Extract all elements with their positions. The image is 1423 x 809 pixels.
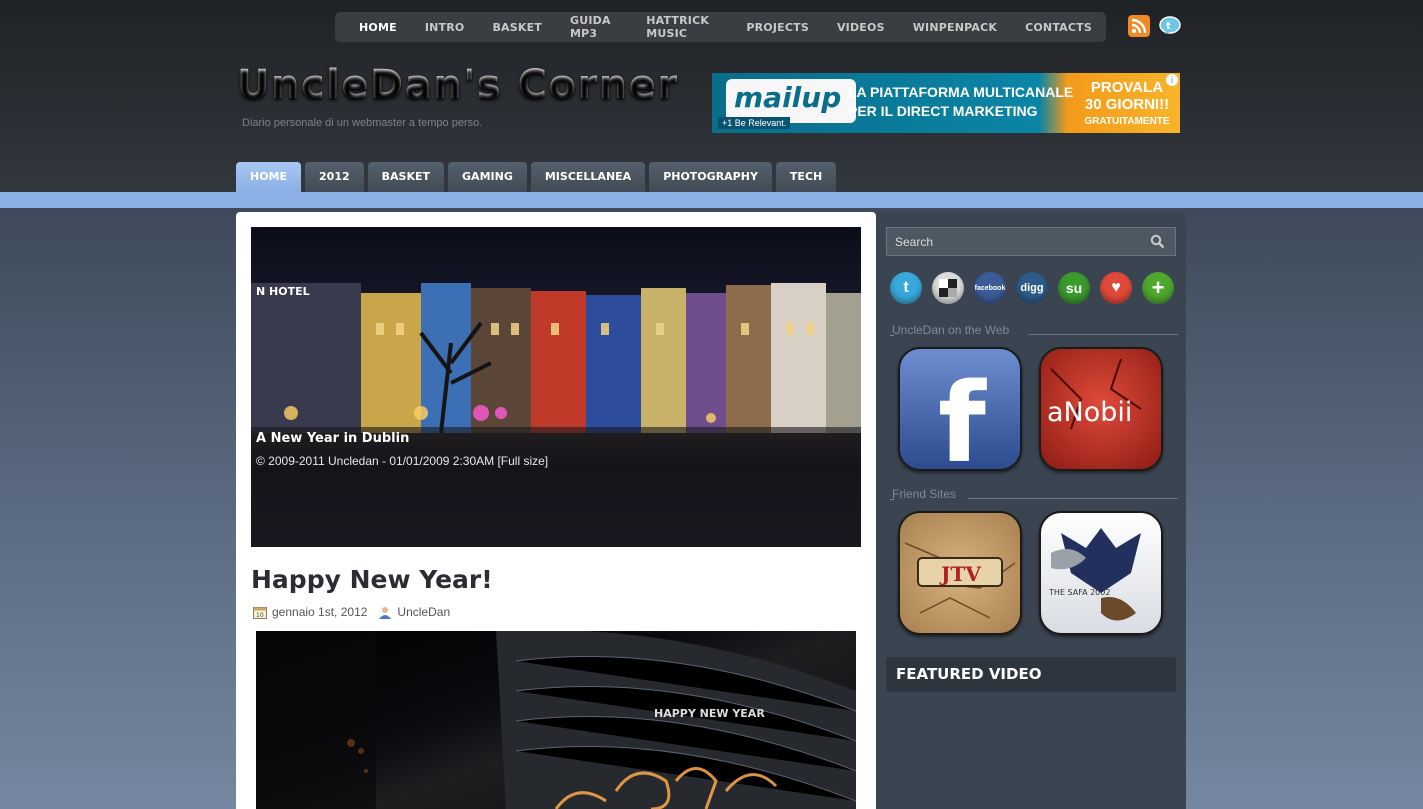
- search-icon[interactable]: [1150, 234, 1165, 249]
- hotel-sign-text: N HOTEL: [256, 285, 310, 298]
- web-section-divider: [1028, 334, 1178, 335]
- header-accent-strip: [0, 192, 1423, 208]
- category-navigation: HOME 2012 BASKET GAMING MISCELLANEA PHOT…: [236, 162, 837, 192]
- featured-slider[interactable]: N HOTEL A New Year in Dublin © 2009-2011…: [251, 227, 861, 547]
- top-nav-home[interactable]: HOME: [345, 21, 411, 34]
- top-nav-projects[interactable]: PROJECTS: [732, 21, 823, 34]
- search-box: [886, 227, 1176, 256]
- banner-brand-sub: +1 Be Relevant.: [718, 117, 791, 129]
- cat-tab-gaming[interactable]: GAMING: [448, 162, 527, 192]
- social-share-bar: t facebook digg su ♥ +: [890, 272, 1174, 304]
- jtv-wordmark: JTV: [939, 562, 981, 586]
- slider-caption-title[interactable]: A New Year in Dublin: [256, 431, 409, 446]
- top-nav-intro[interactable]: INTRO: [411, 21, 479, 34]
- facebook-profile-icon[interactable]: f: [898, 347, 1022, 471]
- banner-tagline-line2: PER IL DIRECT MARKETING: [848, 103, 1038, 119]
- top-nav-basket[interactable]: BASKET: [478, 21, 556, 34]
- top-nav-videos[interactable]: VIDEOS: [823, 21, 899, 34]
- post-meta: 10 gennaio 1st, 2012 UncleDan: [253, 605, 450, 619]
- stumbleupon-icon[interactable]: su: [1058, 272, 1090, 304]
- banner-cta: PROVALA 30 GIORNI!! GRATUITAMENTE: [1074, 79, 1180, 130]
- cat-tab-2012[interactable]: 2012: [305, 162, 364, 192]
- top-nav-guida-mp3[interactable]: GUIDA MP3: [556, 14, 632, 40]
- banner-cta-line3: GRATUITAMENTE: [1084, 116, 1170, 127]
- banner-tagline-line1: LA PIATTAFORMA MULTICANALE: [848, 84, 1074, 100]
- svg-text:t: t: [1166, 21, 1171, 32]
- user-icon: [379, 606, 392, 619]
- delicious-icon[interactable]: [932, 272, 964, 304]
- top-nav-winpenpack[interactable]: WINPENPACK: [899, 21, 1011, 34]
- top-nav-hattrick-music[interactable]: HATTRICK MUSIC: [632, 14, 732, 40]
- twitter-icon[interactable]: t: [890, 272, 922, 304]
- post-author[interactable]: UncleDan: [397, 605, 450, 619]
- post-date: gennaio 1st, 2012: [272, 605, 368, 619]
- svg-text:10: 10: [256, 612, 264, 619]
- sidebar: t facebook digg su ♥ + UncleDan on the W…: [876, 212, 1186, 809]
- cat-tab-miscellanea[interactable]: MISCELLANEA: [530, 162, 646, 192]
- cat-tab-basket[interactable]: BASKET: [367, 162, 445, 192]
- jtv-site-icon[interactable]: JTV: [898, 511, 1022, 635]
- new-year-fireworks-photo: HAPPY NEW YEAR: [256, 631, 856, 809]
- favorite-icon[interactable]: ♥: [1100, 272, 1132, 304]
- facebook-icon[interactable]: facebook: [974, 272, 1006, 304]
- site-tagline: Diario personale di un webmaster a tempo…: [242, 117, 483, 129]
- safa-site-icon[interactable]: THE SAFA 2002: [1039, 511, 1163, 635]
- friend-section-label: Friend Sites: [889, 487, 957, 501]
- banner-cta-line2: 30 GIORNI!!: [1084, 96, 1170, 113]
- banner-cta-line1: PROVALA: [1090, 79, 1164, 96]
- anobii-profile-icon[interactable]: aNobii: [1039, 347, 1163, 471]
- safa-wordmark: THE SAFA 2002: [1048, 588, 1110, 597]
- search-input[interactable]: [887, 228, 1137, 255]
- featured-video-heading: FEATURED VIDEO: [886, 657, 1176, 692]
- site-title[interactable]: UncleDan's Corner: [237, 62, 679, 108]
- facebook-f-glyph: f: [938, 359, 987, 469]
- digg-icon[interactable]: digg: [1016, 272, 1048, 304]
- banner-tagline: LA PIATTAFORMA MULTICANALE PER IL DIRECT…: [848, 83, 1078, 121]
- main-content: N HOTEL A New Year in Dublin © 2009-2011…: [236, 212, 876, 809]
- cat-tab-home[interactable]: HOME: [236, 162, 302, 192]
- ad-info-icon[interactable]: i: [1166, 74, 1178, 86]
- happy-new-year-sign: HAPPY NEW YEAR: [654, 707, 765, 720]
- cat-tab-tech[interactable]: TECH: [775, 162, 837, 192]
- cat-tab-photography[interactable]: PHOTOGRAPHY: [649, 162, 772, 192]
- twitter-bird-icon[interactable]: t: [1158, 15, 1182, 37]
- post-title[interactable]: Happy New Year!: [251, 565, 493, 594]
- rss-icon[interactable]: [1128, 15, 1150, 37]
- calendar-icon: 10: [253, 606, 267, 619]
- top-nav-contacts[interactable]: CONTACTS: [1011, 21, 1106, 34]
- dublin-night-photo: N HOTEL: [251, 283, 861, 433]
- friend-section-divider: [968, 498, 1178, 499]
- add-icon[interactable]: +: [1142, 272, 1174, 304]
- web-section-label: UncleDan on the Web: [889, 323, 1010, 337]
- advertisement-banner[interactable]: mailup +1 Be Relevant. LA PIATTAFORMA MU…: [712, 73, 1180, 133]
- anobii-wordmark: aNobii: [1047, 397, 1132, 428]
- post-image[interactable]: HAPPY NEW YEAR: [256, 631, 856, 809]
- top-navigation: HOME INTRO BASKET GUIDA MP3 HATTRICK MUS…: [335, 12, 1106, 42]
- slider-caption-subtitle: © 2009-2011 Uncledan - 01/01/2009 2:30AM…: [256, 454, 549, 468]
